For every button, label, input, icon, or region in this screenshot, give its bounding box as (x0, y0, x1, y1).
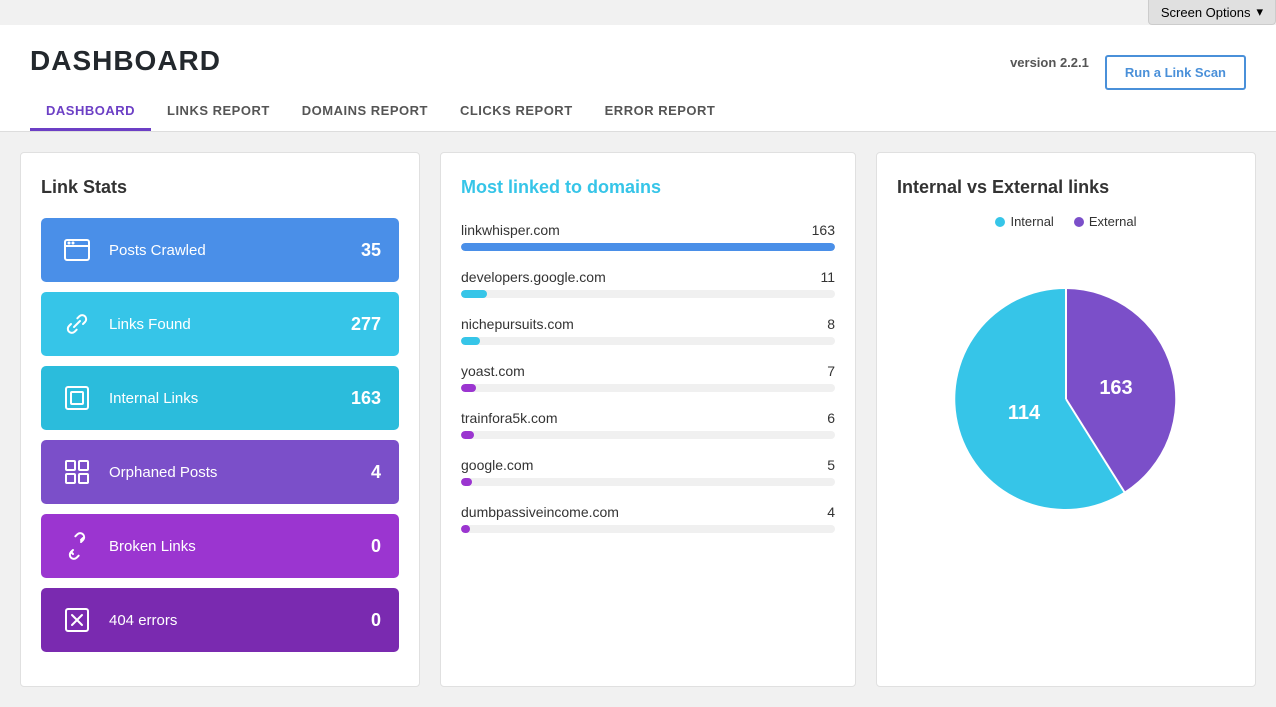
domain-bar-bg (461, 290, 835, 298)
legend-internal: Internal (995, 214, 1053, 229)
link-icon (59, 306, 95, 342)
x-box-icon (59, 602, 95, 638)
tab-error-report[interactable]: ERROR REPORT (589, 93, 732, 131)
domain-count: 11 (820, 269, 835, 285)
external-legend-label: External (1089, 214, 1137, 229)
stat-card-left: Internal Links (59, 380, 198, 416)
stat-card-404-errors[interactable]: 404 errors 0 (41, 588, 399, 652)
chart-title: Internal vs External links (897, 177, 1235, 198)
stat-card-left: Links Found (59, 306, 191, 342)
square-icon (59, 380, 95, 416)
domain-bar-bg (461, 384, 835, 392)
domain-count: 4 (827, 504, 835, 520)
internal-links-value: 163 (351, 388, 381, 409)
domain-bar-fill (461, 431, 474, 439)
stat-card-broken-links[interactable]: Broken Links 0 (41, 514, 399, 578)
domain-row-4: yoast.com 7 (461, 363, 835, 392)
broken-link-icon (59, 528, 95, 564)
domain-bar-fill (461, 290, 487, 298)
tab-links-report[interactable]: LINKS REPORT (151, 93, 286, 131)
orphaned-posts-label: Orphaned Posts (109, 464, 217, 481)
stat-card-left: Posts Crawled (59, 232, 206, 268)
top-bar: Screen Options ▾ (0, 0, 1276, 25)
domain-bar-fill (461, 243, 835, 251)
tab-dashboard[interactable]: DASHBOARD (30, 93, 151, 131)
run-link-scan-button[interactable]: Run a Link Scan (1105, 55, 1246, 90)
domain-name: linkwhisper.com (461, 222, 560, 238)
pie-chart-container: 114 163 (897, 239, 1235, 559)
domain-name: developers.google.com (461, 269, 606, 285)
link-stats-title: Link Stats (41, 177, 399, 198)
internal-legend-label: Internal (1010, 214, 1053, 229)
domain-row-6: google.com 5 (461, 457, 835, 486)
pie-chart: 114 163 (916, 249, 1216, 549)
page-title: DASHBOARD (30, 45, 221, 77)
orphaned-posts-value: 4 (371, 462, 381, 483)
domain-name: dumbpassiveincome.com (461, 504, 619, 520)
grid-icon (59, 454, 95, 490)
internal-links-label: Internal Links (109, 390, 198, 407)
404-errors-value: 0 (371, 610, 381, 631)
domain-count: 163 (812, 222, 835, 238)
internal-legend-dot (995, 217, 1005, 227)
domain-bar-bg (461, 243, 835, 251)
stat-card-posts-crawled[interactable]: Posts Crawled 35 (41, 218, 399, 282)
version-text: version 2.2.1 (1010, 55, 1089, 70)
external-value-label: 114 (1008, 402, 1041, 424)
stat-card-orphaned-posts[interactable]: Orphaned Posts 4 (41, 440, 399, 504)
domain-bar-fill (461, 337, 480, 345)
domains-panel: Most linked to domains linkwhisper.com 1… (440, 152, 856, 687)
stat-card-left: Orphaned Posts (59, 454, 217, 490)
stat-card-links-found[interactable]: Links Found 277 (41, 292, 399, 356)
posts-crawled-label: Posts Crawled (109, 242, 206, 259)
domain-count: 8 (827, 316, 835, 332)
nav-tabs: DASHBOARD LINKS REPORT DOMAINS REPORT CL… (30, 93, 1246, 131)
domain-bar-bg (461, 337, 835, 345)
domain-bar-bg (461, 525, 835, 533)
domain-row-2: developers.google.com 11 (461, 269, 835, 298)
broken-links-value: 0 (371, 536, 381, 557)
tab-clicks-report[interactable]: CLICKS REPORT (444, 93, 589, 131)
domain-bar-bg (461, 478, 835, 486)
link-stats-panel: Link Stats Posts Crawled 35 (20, 152, 420, 687)
domain-row-7: dumbpassiveincome.com 4 (461, 504, 835, 533)
window-icon (59, 232, 95, 268)
chart-panel: Internal vs External links Internal Exte… (876, 152, 1256, 687)
header-row: DASHBOARD version 2.2.1 Run a Link Scan (30, 45, 1246, 93)
domain-row-3: nichepursuits.com 8 (461, 316, 835, 345)
domain-name: trainfora5k.com (461, 410, 557, 426)
domain-name: google.com (461, 457, 533, 473)
domain-name: nichepursuits.com (461, 316, 574, 332)
domain-name: yoast.com (461, 363, 525, 379)
header: DASHBOARD version 2.2.1 Run a Link Scan … (0, 25, 1276, 132)
domain-bar-fill (461, 525, 470, 533)
legend-external: External (1074, 214, 1137, 229)
404-errors-label: 404 errors (109, 612, 177, 629)
links-found-value: 277 (351, 314, 381, 335)
domain-count: 6 (827, 410, 835, 426)
internal-value-label: 163 (1099, 377, 1132, 399)
domain-count: 7 (827, 363, 835, 379)
domain-bar-fill (461, 478, 472, 486)
domains-title: Most linked to domains (461, 177, 835, 198)
tab-domains-report[interactable]: DOMAINS REPORT (286, 93, 444, 131)
screen-options-button[interactable]: Screen Options ▾ (1148, 0, 1276, 25)
header-top: DASHBOARD (30, 45, 1010, 77)
stat-card-left: Broken Links (59, 528, 196, 564)
stat-card-internal-links[interactable]: Internal Links 163 (41, 366, 399, 430)
domain-row-5: trainfora5k.com 6 (461, 410, 835, 439)
chevron-down-icon: ▾ (1256, 4, 1263, 20)
domain-bar-fill (461, 384, 476, 392)
broken-links-label: Broken Links (109, 538, 196, 555)
posts-crawled-value: 35 (361, 240, 381, 261)
domain-bar-bg (461, 431, 835, 439)
domain-row-1: linkwhisper.com 163 (461, 222, 835, 251)
external-legend-dot (1074, 217, 1084, 227)
domain-count: 5 (827, 457, 835, 473)
chart-legend: Internal External (897, 214, 1235, 229)
links-found-label: Links Found (109, 316, 191, 333)
main-content: Link Stats Posts Crawled 35 (0, 132, 1276, 707)
stat-card-left: 404 errors (59, 602, 177, 638)
